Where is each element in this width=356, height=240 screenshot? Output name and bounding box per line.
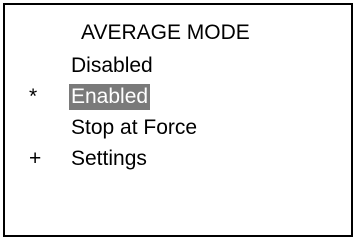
menu-item-label: Stop at Force: [71, 116, 198, 139]
menu-item-label: Enabled: [69, 84, 151, 110]
submenu-plus-marker: +: [29, 147, 42, 170]
display-screen: AVERAGE MODE Disabled * Enabled Stop at …: [3, 3, 353, 237]
screen-title: AVERAGE MODE: [81, 21, 250, 44]
menu-item-label: Disabled: [71, 54, 153, 77]
menu-item-label: Settings: [71, 147, 147, 170]
current-selection-marker: *: [29, 85, 38, 108]
